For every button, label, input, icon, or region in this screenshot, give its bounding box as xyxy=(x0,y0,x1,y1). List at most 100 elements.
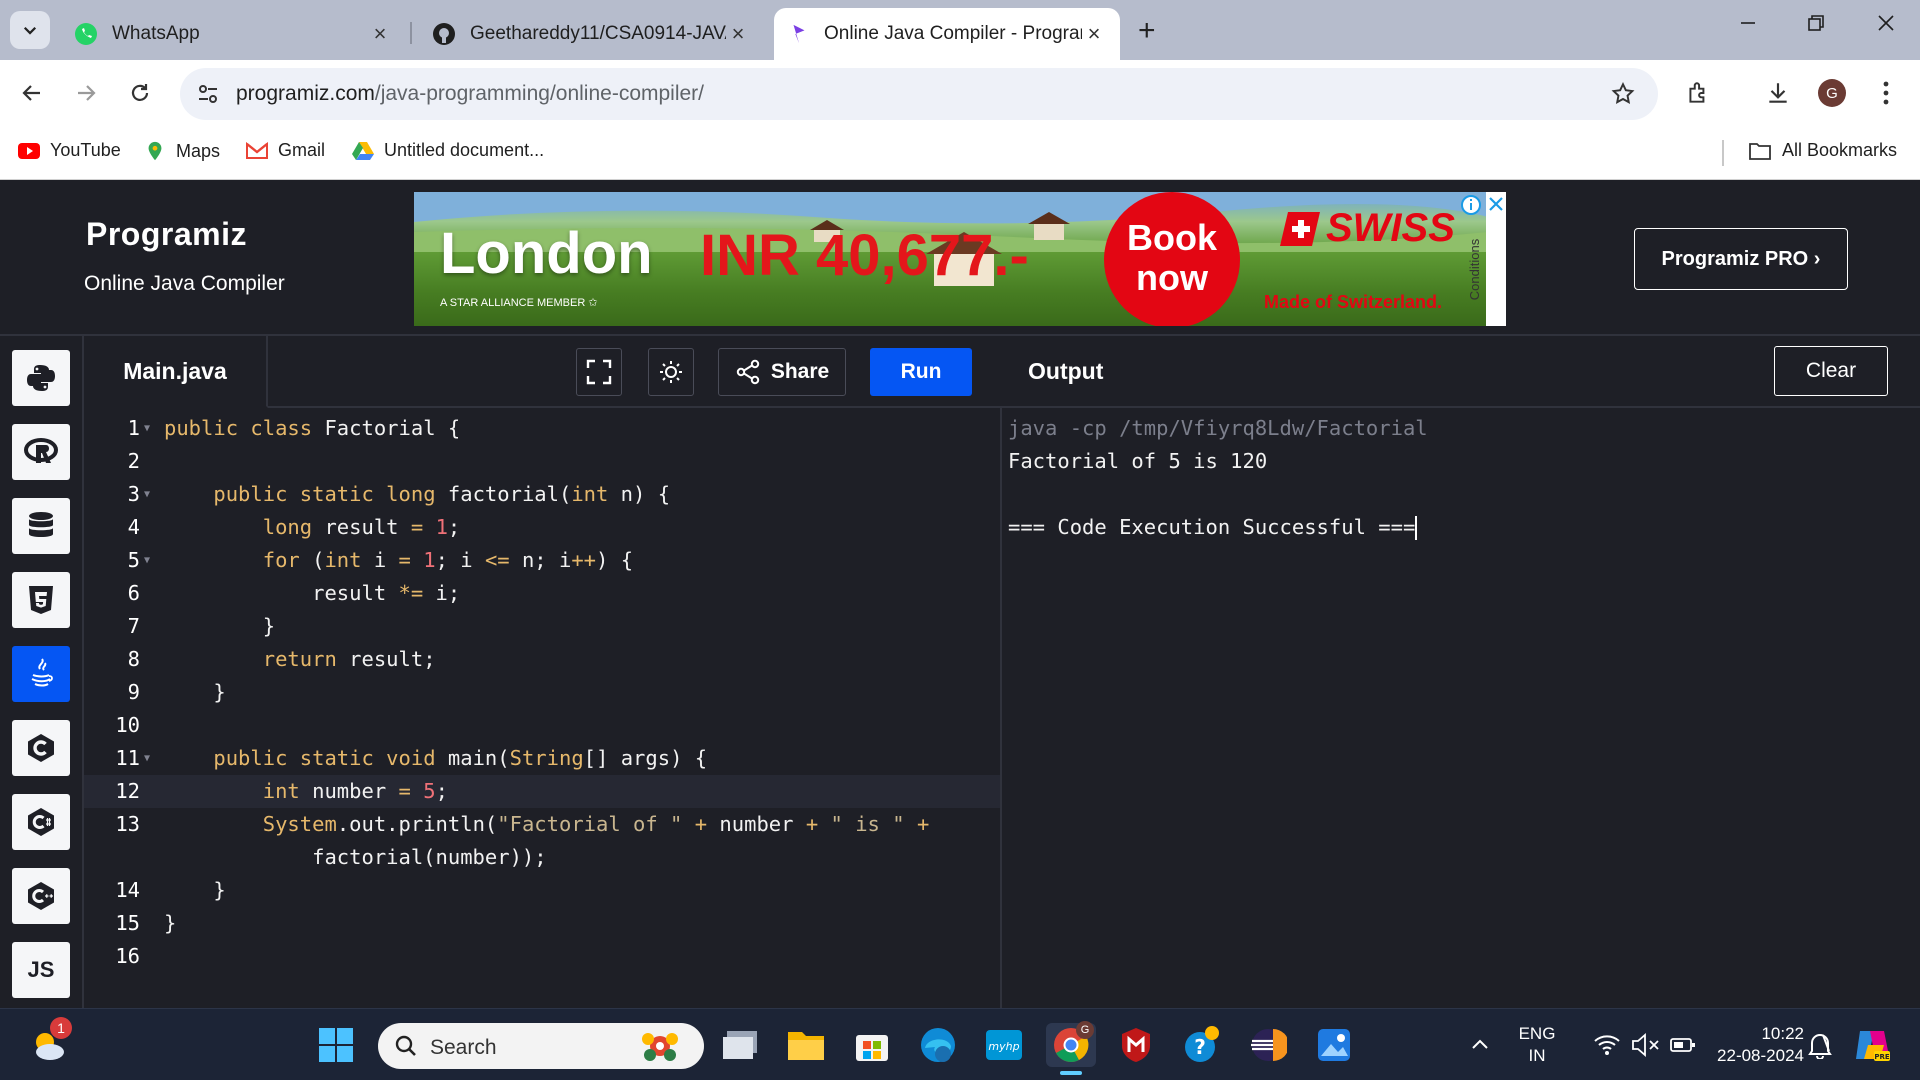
quick-settings-button[interactable] xyxy=(1580,1023,1710,1067)
show-hidden-icons-button[interactable] xyxy=(1458,1023,1502,1067)
code-line[interactable]: 6 result *= i; xyxy=(84,577,1000,610)
restore-icon[interactable] xyxy=(1796,12,1836,40)
taskbar-search-box[interactable]: Search xyxy=(378,1023,704,1069)
url-domain: programiz.com xyxy=(236,82,375,105)
lang-sql-button[interactable] xyxy=(12,498,70,554)
tab-search-button[interactable] xyxy=(10,11,50,49)
minimize-icon[interactable] xyxy=(1728,12,1768,40)
gmail-icon xyxy=(246,141,268,159)
run-button[interactable]: Run xyxy=(870,348,972,396)
code-line[interactable]: 16 xyxy=(84,940,1000,973)
start-button[interactable] xyxy=(314,1023,358,1067)
fold-toggle-icon[interactable]: ▼ xyxy=(144,478,150,511)
forward-button[interactable] xyxy=(70,77,102,109)
ad-close-icon[interactable] xyxy=(1488,196,1504,212)
code-line[interactable]: 7 } xyxy=(84,610,1000,643)
close-window-icon[interactable] xyxy=(1866,12,1906,40)
input-language-indicator[interactable]: ENG IN xyxy=(1510,1023,1564,1067)
code-line[interactable]: 2 xyxy=(84,445,1000,478)
lang-js-button[interactable]: JS xyxy=(12,942,70,998)
tab-whatsapp[interactable]: WhatsApp × xyxy=(60,8,406,60)
code-line[interactable]: 4 long result = 1; xyxy=(84,511,1000,544)
notifications-button[interactable] xyxy=(1798,1023,1842,1067)
bookmark-gmail[interactable]: Gmail xyxy=(246,140,325,161)
reload-button[interactable] xyxy=(124,77,156,109)
profile-button[interactable]: G xyxy=(1816,77,1848,109)
code-text: public class Factorial { xyxy=(164,416,461,440)
fold-toggle-icon[interactable]: ▼ xyxy=(144,412,150,445)
lang-r-button[interactable] xyxy=(12,424,70,480)
star-icon[interactable] xyxy=(1610,81,1636,107)
code-line[interactable]: factorial(number)); xyxy=(84,841,1000,874)
ad-book-now-button[interactable]: Book now xyxy=(1104,192,1240,326)
download-icon[interactable] xyxy=(1762,77,1794,109)
lang-csharp-button[interactable] xyxy=(12,794,70,850)
tab-close-icon[interactable]: × xyxy=(368,21,392,47)
folder-icon xyxy=(788,1032,824,1060)
lang-html-button[interactable] xyxy=(12,572,70,628)
ad-info-icon[interactable] xyxy=(1460,194,1482,216)
code-line[interactable]: 3 ▼ public static long factorial(int n) { xyxy=(84,478,1000,511)
code-line[interactable]: 14 } xyxy=(84,874,1000,907)
theme-toggle-button[interactable] xyxy=(648,348,694,396)
chrome-button[interactable]: G xyxy=(1046,1021,1096,1075)
tab-github[interactable]: Geethareddy11/CSA0914-JAVA × xyxy=(418,8,764,60)
fullscreen-button[interactable] xyxy=(576,348,622,396)
code-line[interactable]: 5 ▼ for (int i = 1; i <= n; i++) { xyxy=(84,544,1000,577)
photos-button[interactable] xyxy=(1312,1023,1356,1067)
extensions-icon[interactable] xyxy=(1682,77,1714,109)
bookmark-untitled-document[interactable]: Untitled document... xyxy=(352,140,544,161)
tab-close-icon[interactable]: × xyxy=(726,21,750,47)
lang-python-button[interactable] xyxy=(12,350,70,406)
code-editor[interactable]: 1 ▼ public class Factorial {2 3 ▼ public sta… xyxy=(84,408,1002,1008)
all-bookmarks-button[interactable]: All Bookmarks xyxy=(1748,140,1897,161)
code-text: } xyxy=(164,878,226,902)
bookmark-youtube[interactable]: YouTube xyxy=(18,140,121,161)
code-line[interactable]: 15} xyxy=(84,907,1000,940)
menu-kebab-icon[interactable] xyxy=(1870,77,1902,109)
edge-button[interactable] xyxy=(916,1023,960,1067)
line-number: 1 xyxy=(127,416,140,440)
eclipse-button[interactable] xyxy=(1246,1023,1290,1067)
lang-java-button[interactable] xyxy=(12,646,70,702)
task-view-button[interactable] xyxy=(718,1023,762,1067)
clear-button[interactable]: Clear xyxy=(1774,346,1888,396)
bookmark-maps[interactable]: Maps xyxy=(144,140,220,162)
url-text[interactable]: programiz.com/java-programming/online-co… xyxy=(236,82,704,106)
myhp-button[interactable]: myhp xyxy=(982,1023,1026,1067)
file-explorer-button[interactable] xyxy=(784,1023,828,1067)
code-line[interactable]: 8 return result; xyxy=(84,643,1000,676)
fold-toggle-icon[interactable]: ▼ xyxy=(144,742,150,775)
fold-toggle-icon[interactable]: ▼ xyxy=(144,544,150,577)
back-button[interactable] xyxy=(16,77,48,109)
language-sidebar: JS xyxy=(0,336,84,1008)
share-button[interactable]: Share xyxy=(718,348,846,396)
address-bar[interactable]: programiz.com/java-programming/online-co… xyxy=(180,68,1658,120)
ad-conditions-strip[interactable]: Conditions xyxy=(1461,192,1506,326)
programiz-pro-button[interactable]: Programiz PRO › xyxy=(1634,228,1848,290)
code-line[interactable]: 1 ▼ public class Factorial { xyxy=(84,412,1000,445)
site-settings-icon[interactable] xyxy=(196,82,220,106)
microsoft-store-button[interactable] xyxy=(850,1023,894,1067)
get-help-button[interactable]: ? xyxy=(1180,1023,1224,1067)
tab-close-icon[interactable]: × xyxy=(1082,21,1106,47)
mcafee-button[interactable] xyxy=(1114,1023,1158,1067)
file-tab-main-java[interactable]: Main.java xyxy=(84,336,268,408)
code-line[interactable]: 9 } xyxy=(84,676,1000,709)
programiz-logo[interactable]: Programiz xyxy=(86,216,247,253)
code-line[interactable]: 12 int number = 5; xyxy=(84,775,1000,808)
tab-programiz[interactable]: Online Java Compiler - Program × xyxy=(774,8,1120,60)
output-title: Output xyxy=(1028,358,1104,384)
lang-c-button[interactable] xyxy=(12,720,70,776)
url-path: /java-programming/online-compiler/ xyxy=(374,82,705,105)
copilot-button[interactable]: PRE xyxy=(1850,1023,1894,1067)
lang-cpp-button[interactable] xyxy=(12,868,70,924)
code-line[interactable]: 11 ▼ public static void main(String[] arg… xyxy=(84,742,1000,775)
code-line[interactable]: 13 System.out.println("Factorial of " + … xyxy=(84,808,1000,841)
output-console[interactable]: java -cp /tmp/Vfiyrq8Ldw/Factorial Facto… xyxy=(1002,408,1920,1008)
advertisement-banner[interactable]: London INR 40,677.- A STAR ALLIANCE MEMB… xyxy=(414,192,1506,326)
weather-widget[interactable]: 1 xyxy=(26,1017,72,1067)
code-line[interactable]: 10 xyxy=(84,709,1000,742)
clock[interactable]: 10:22 22-08-2024 xyxy=(1694,1023,1804,1067)
new-tab-button[interactable]: + xyxy=(1138,14,1156,48)
